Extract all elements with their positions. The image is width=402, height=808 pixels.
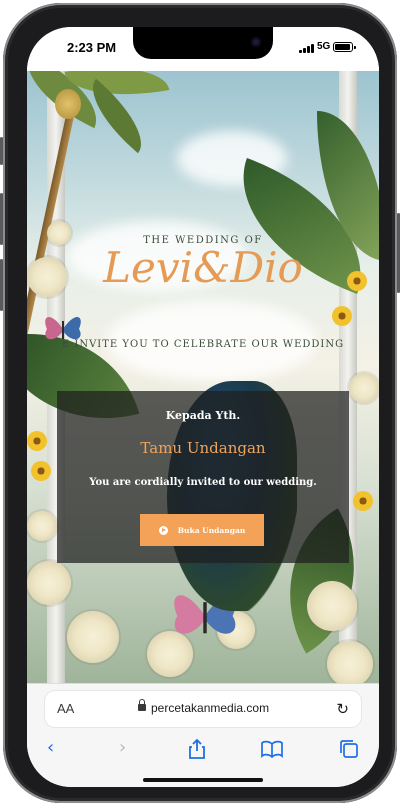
yellow-flower [27,431,47,451]
signal-icon [299,43,315,53]
battery-icon [333,42,356,52]
share-icon[interactable] [187,738,207,760]
invite-tagline: E INVITE YOU TO CELEBRATE OUR WEDDING [61,339,345,350]
envelope-open-icon [158,525,168,535]
web-page[interactable]: THE WEDDING OF Levi&Dio E INVITE YOU TO … [27,71,379,683]
mute-switch [0,137,3,165]
phone-frame: 2:23 PM 5G THE WEDDING OF Levi&Dio E INV… [0,3,400,803]
status-bar: 2:23 PM 5G [27,27,379,71]
volume-up-button [0,193,3,245]
browser-toolbar: ‹ › [27,734,379,764]
pineapple-fruit [55,89,81,119]
recipient-prefix: Kepada Yth. [165,409,241,422]
power-button [397,213,400,293]
invitation-card: Kepada Yth. Tamu Undangan You are cordia… [57,391,349,563]
white-flower [27,561,71,605]
front-camera [251,37,261,47]
network-type: 5G [317,41,331,52]
yellow-flower [332,306,352,326]
back-icon[interactable]: ‹ [47,738,54,758]
white-flower [27,511,57,541]
open-invitation-label: Buka Undangan [177,525,246,535]
white-flower [67,611,119,663]
lock-icon [138,699,146,711]
white-flower [349,373,379,403]
couple-names: Levi&Dio [103,243,303,292]
text-size-button[interactable]: AA [57,701,74,716]
notch [133,27,273,59]
reload-icon[interactable]: ↻ [336,700,349,718]
yellow-flower [31,461,51,481]
tabs-icon[interactable] [339,739,359,759]
yellow-flower [353,491,373,511]
status-time: 2:23 PM [67,40,117,55]
guest-name: Tamu Undangan [140,439,266,457]
bookmarks-icon[interactable] [261,740,283,758]
white-flower [307,581,357,631]
address-bar[interactable]: AA percetakanmedia.com ↻ [45,691,361,727]
home-indicator [143,778,263,782]
screen: 2:23 PM 5G THE WEDDING OF Levi&Dio E INV… [27,27,379,787]
white-flower [327,641,373,683]
volume-down-button [0,259,3,311]
open-invitation-button[interactable]: Buka Undangan [140,514,264,546]
browser-chrome: AA percetakanmedia.com ↻ ‹ › [27,683,379,787]
invite-message: You are cordially invited to our wedding… [89,477,317,488]
forward-icon[interactable]: › [119,738,126,758]
url-text[interactable]: percetakanmedia.com [151,701,269,715]
